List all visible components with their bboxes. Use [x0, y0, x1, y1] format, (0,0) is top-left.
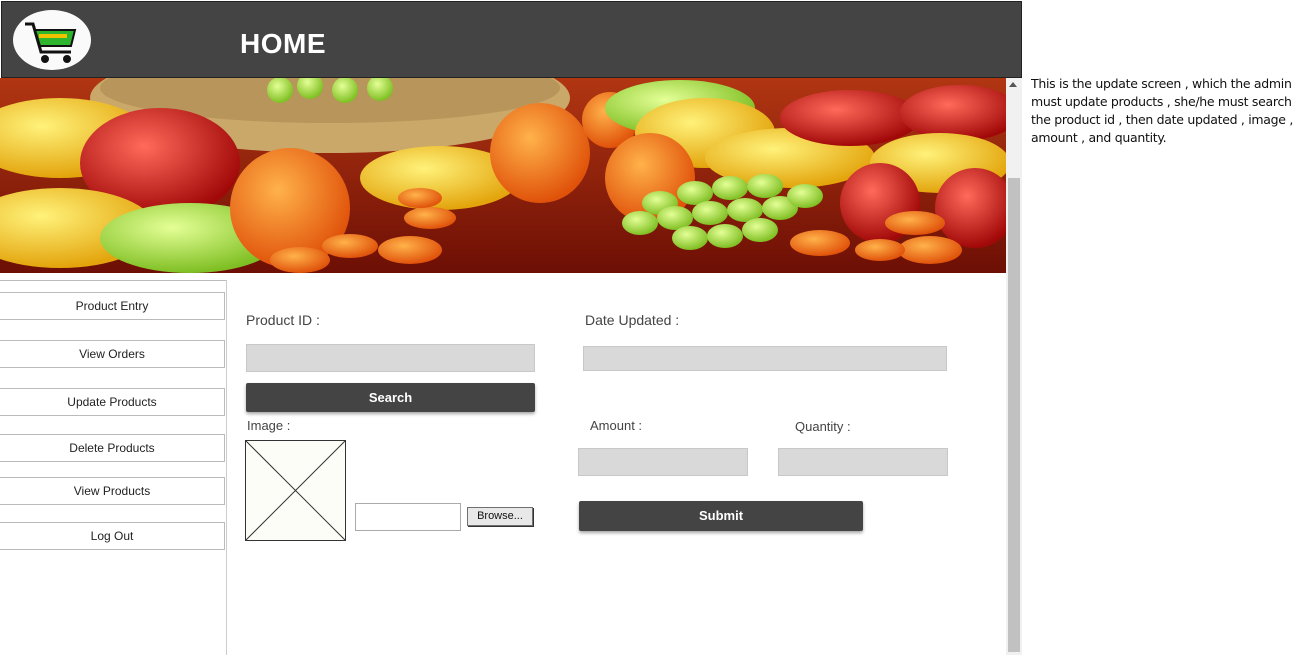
sidebar-item-update-products[interactable]: Update Products — [0, 388, 225, 416]
sidebar-item-delete-products[interactable]: Delete Products — [0, 434, 225, 462]
amount-label: Amount : — [590, 418, 643, 433]
sidebar-item-log-out[interactable]: Log Out — [0, 522, 225, 550]
fruit-banner-image — [0, 78, 1006, 273]
annotation-note: This is the update screen , which the ad… — [1031, 76, 1294, 145]
image-label: Image : — [247, 418, 291, 433]
quantity-label: Quantity : — [795, 419, 851, 434]
file-path-input[interactable] — [355, 503, 461, 531]
image-placeholder — [245, 440, 346, 541]
date-updated-label: Date Updated : — [585, 312, 680, 328]
image-placeholder-icon — [245, 440, 346, 541]
amount-field[interactable] — [578, 448, 748, 476]
sidebar-item-view-orders[interactable]: View Orders — [0, 340, 225, 368]
scrollbar-thumb[interactable] — [1008, 178, 1020, 652]
shopping-cart-logo[interactable] — [13, 10, 91, 70]
app-frame: HOME Product Entry View Orders Update Pr… — [0, 0, 1022, 655]
sidebar-item-product-entry[interactable]: Product Entry — [0, 292, 225, 320]
search-button[interactable]: Search — [246, 383, 535, 412]
vertical-scrollbar[interactable] — [1006, 78, 1022, 655]
page-title: HOME — [240, 28, 326, 59]
quantity-field[interactable] — [778, 448, 948, 476]
sidebar-item-view-products[interactable]: View Products — [0, 477, 225, 505]
browse-button[interactable]: Browse... — [467, 507, 533, 526]
product-id-field[interactable] — [246, 344, 535, 372]
sidebar-divider — [0, 280, 226, 281]
scroll-up-arrow-icon[interactable] — [1009, 82, 1017, 87]
submit-button[interactable]: Submit — [579, 501, 863, 531]
date-updated-field[interactable] — [583, 346, 947, 371]
product-id-label: Product ID : — [246, 312, 320, 328]
sidebar: Product Entry View Orders Update Product… — [0, 280, 227, 655]
header-bar: HOME — [1, 1, 1022, 78]
